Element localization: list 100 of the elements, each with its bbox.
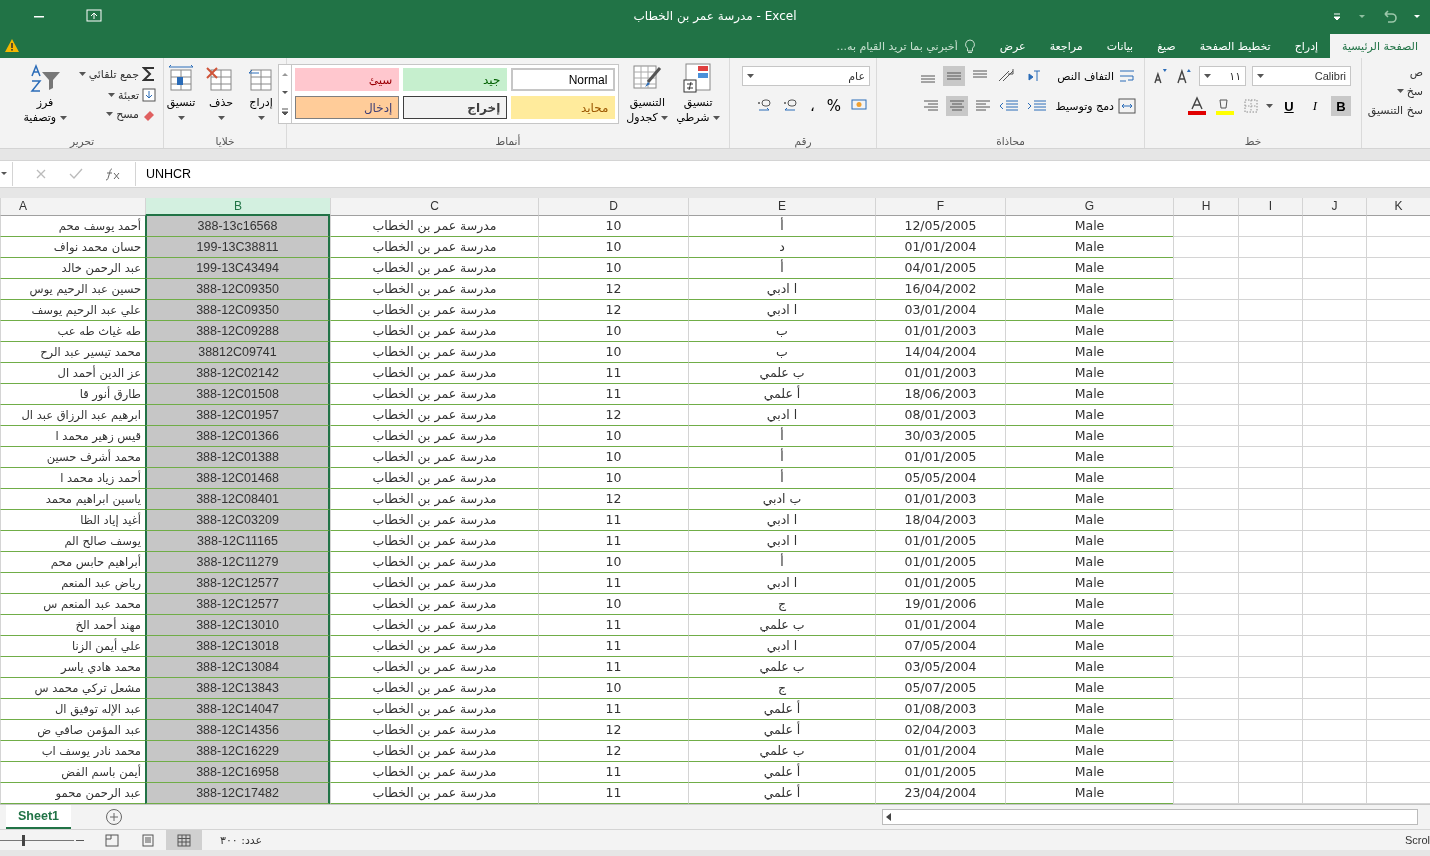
format-as-table-button[interactable]: التنسيق كجدول [623, 62, 672, 126]
caret-icon[interactable] [217, 115, 225, 121]
column-header[interactable]: B [145, 198, 330, 216]
empty-cell [1366, 594, 1430, 615]
caret-icon[interactable] [747, 73, 754, 79]
caret-icon[interactable] [59, 115, 67, 121]
ribbon-tab[interactable]: بيانات [1094, 34, 1146, 58]
horizontal-scrollbar[interactable] [882, 809, 1418, 825]
cell-style-option[interactable]: محايد [511, 96, 616, 119]
empty-cell [1302, 279, 1366, 300]
ribbon-tab[interactable]: تخطيط الصفحة [1187, 34, 1283, 58]
empty-cell [1366, 258, 1430, 279]
customize-toolbar-icon[interactable] [1332, 11, 1342, 21]
add-sheet-icon[interactable] [105, 808, 123, 826]
number-format-field[interactable]: عام [742, 66, 870, 86]
gender-cell: Male [1005, 363, 1173, 384]
view-button[interactable] [166, 830, 202, 850]
cells-button[interactable]: تنسيق [162, 64, 200, 126]
cut-button[interactable]: ص [1408, 66, 1424, 79]
ribbon-tab[interactable]: إدراج [1282, 34, 1331, 58]
percent-style-button[interactable]: % [823, 97, 844, 115]
section-cell: أ [688, 426, 875, 447]
align-center-icon[interactable] [945, 96, 968, 116]
middle-align-icon[interactable] [943, 66, 966, 86]
zoom-slider-thumb[interactable] [22, 834, 26, 846]
empty-cell [1302, 363, 1366, 384]
column-header[interactable]: F [875, 198, 1005, 216]
sheet-tab[interactable]: Sheet1 [6, 805, 71, 829]
caret-icon[interactable] [108, 92, 116, 98]
column-header[interactable]: J [1302, 198, 1366, 216]
zoom-out-icon[interactable] [76, 838, 84, 842]
empty-cell [1173, 279, 1238, 300]
font-name-field[interactable]: Calibri [1252, 66, 1351, 86]
caret-icon[interactable] [257, 115, 265, 121]
caret-icon[interactable] [1203, 73, 1211, 79]
column-header[interactable]: C [330, 198, 538, 216]
sort-filter-button[interactable]: فرز وتصفية [20, 64, 70, 126]
column-header[interactable]: D [538, 198, 688, 216]
copy-button[interactable]: سخ [1395, 85, 1424, 98]
cells-button[interactable]: إدراج [242, 64, 280, 126]
cell-style-option[interactable]: إخراج [403, 96, 508, 119]
column-header[interactable]: K [1366, 198, 1430, 216]
increase-font-icon[interactable] [1174, 67, 1193, 85]
scroll-up-icon[interactable] [281, 70, 290, 79]
id-cell: 388-12C13084 [145, 657, 330, 678]
caret-icon[interactable] [106, 112, 114, 117]
format-painter-button[interactable]: سخ التنسيق [1366, 104, 1424, 117]
ribbon-tab[interactable]: صيغ [1145, 34, 1188, 58]
column-header[interactable]: A [0, 198, 145, 216]
ribbon-tab[interactable]: مراجعة [1037, 34, 1095, 58]
font-size-field[interactable]: ١١ [1198, 66, 1247, 86]
conditional-formatting-button[interactable]: تنسيق شرطي [673, 62, 723, 126]
merge-center-button[interactable]: دمج وتوسيط [1053, 98, 1138, 114]
gender-cell: Male [1005, 342, 1173, 363]
italic-button[interactable]: I [1305, 96, 1325, 116]
caret-icon[interactable] [1266, 103, 1273, 109]
gallery-scrollbar[interactable] [279, 65, 293, 123]
insert-function-icon[interactable] [105, 167, 121, 181]
wrap-text-button[interactable]: التفاف النص [1055, 68, 1138, 84]
cell-style-option[interactable]: إدخال [295, 96, 400, 119]
comma-style-button[interactable]: ، [806, 97, 818, 115]
underline-button[interactable]: U [1279, 96, 1299, 116]
font-color-icon[interactable] [1186, 96, 1208, 116]
column-header[interactable]: E [688, 198, 875, 216]
dropdown-arrow-icon[interactable] [0, 170, 8, 178]
name-cell: علي أيمن الزنا [0, 636, 145, 657]
fill-button[interactable]: تعبئة [107, 88, 157, 102]
column-header[interactable]: G [1005, 198, 1173, 216]
column-header[interactable]: I [1238, 198, 1302, 216]
caret-icon[interactable] [177, 115, 185, 121]
id-cell: 388-12C14047 [145, 699, 330, 720]
gender-cell: Male [1005, 594, 1173, 615]
decrease-font-icon[interactable] [1151, 67, 1169, 85]
cell-style-option[interactable]: Normal [511, 68, 616, 91]
cell-style-option[interactable]: جيد [403, 68, 508, 91]
fill-color-icon[interactable] [1214, 96, 1236, 116]
caret-icon[interactable] [661, 115, 669, 121]
cells-button[interactable]: حذف [202, 64, 240, 126]
caret-icon[interactable] [1257, 73, 1265, 79]
caret-icon[interactable] [1396, 89, 1404, 94]
caret-icon[interactable] [78, 71, 86, 77]
school-cell: مدرسة عمر بن الخطاب [330, 552, 538, 573]
ribbon-tab[interactable]: الصفحة الرئيسية [1330, 34, 1430, 58]
more-icon[interactable] [281, 107, 290, 118]
scroll-down-icon[interactable] [281, 89, 290, 97]
school-cell: مدرسة عمر بن الخطاب [330, 468, 538, 489]
school-cell: مدرسة عمر بن الخطاب [330, 258, 538, 279]
bold-button[interactable]: B [1331, 96, 1351, 116]
empty-cell [1173, 615, 1238, 636]
grade-cell: 11 [538, 636, 688, 657]
column-header[interactable]: H [1173, 198, 1238, 216]
cell-style-option[interactable]: سيئ [295, 68, 400, 91]
caret-icon[interactable] [713, 115, 720, 121]
ribbon-tab[interactable]: عرض [987, 34, 1038, 58]
empty-cell [1366, 720, 1430, 741]
clear-button[interactable]: مسح [105, 108, 157, 121]
ribbon-display-icon[interactable] [86, 9, 102, 23]
gender-cell: Male [1005, 636, 1173, 657]
empty-cell [1366, 216, 1430, 237]
autosum-button[interactable]: جمع تلقائي [77, 66, 157, 82]
